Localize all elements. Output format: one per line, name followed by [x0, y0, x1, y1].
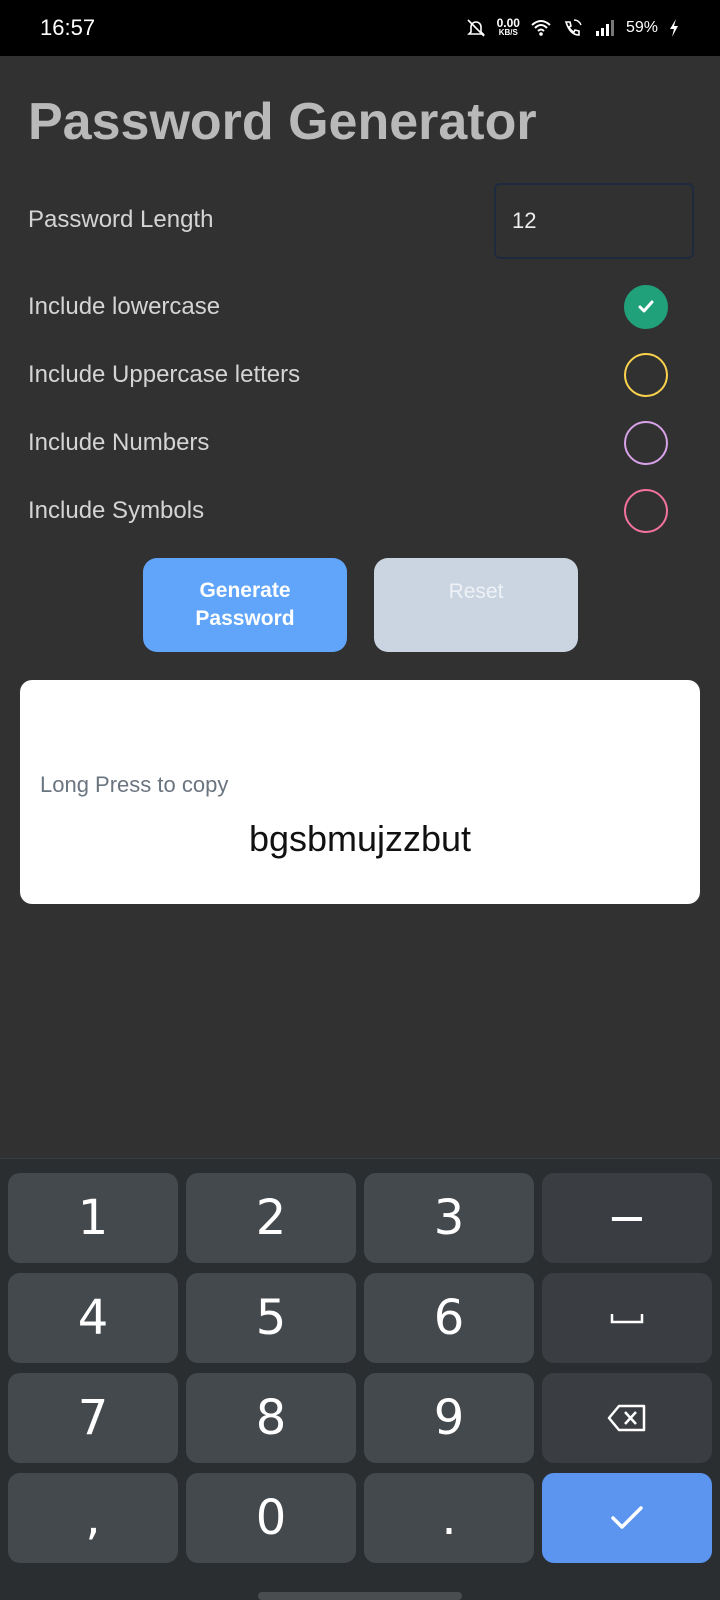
net-speed-unit: KB/S	[498, 28, 518, 37]
signal-icon	[594, 17, 616, 39]
option-symbols-label: Include Symbols	[28, 497, 205, 524]
net-speed: 0.00 KB/S	[496, 16, 520, 38]
key-space[interactable]	[542, 1273, 712, 1363]
checkmark-icon	[611, 1506, 643, 1529]
key-6[interactable]: 6	[364, 1273, 534, 1363]
charging-icon	[668, 17, 680, 39]
backspace-icon	[607, 1404, 646, 1432]
option-symbols[interactable]: Include Symbols	[28, 481, 668, 541]
generate-password-label: Generate Password	[195, 579, 295, 630]
key-period[interactable]: .	[364, 1473, 534, 1563]
option-uppercase[interactable]: Include Uppercase letters	[28, 345, 668, 405]
numeric-keyboard: 1 2 3 − 4 5 6 7 8 9 , 0 .	[0, 1158, 720, 1600]
key-2[interactable]: 2	[186, 1173, 356, 1263]
key-5[interactable]: 5	[186, 1273, 356, 1363]
symbols-checkbox[interactable]	[624, 489, 668, 533]
key-3[interactable]: 3	[364, 1173, 534, 1263]
option-lowercase-label: Include lowercase	[28, 293, 221, 320]
mute-bell-icon	[465, 17, 487, 39]
lowercase-checkbox[interactable]	[624, 285, 668, 329]
copy-hint: Long Press to copy	[40, 772, 229, 797]
status-bar: 16:57 0.00 KB/S 59%	[0, 0, 720, 56]
option-numbers[interactable]: Include Numbers	[28, 413, 668, 473]
page-title: Password Generator	[28, 93, 537, 151]
password-length-label: Password Length	[28, 206, 214, 233]
status-icons: 0.00 KB/S 59%	[465, 17, 680, 39]
key-8[interactable]: 8	[186, 1373, 356, 1463]
reset-label: Reset	[448, 580, 504, 603]
uppercase-checkbox[interactable]	[624, 353, 668, 397]
key-9[interactable]: 9	[364, 1373, 534, 1463]
space-icon	[610, 1314, 644, 1324]
key-4[interactable]: 4	[8, 1273, 178, 1363]
option-numbers-label: Include Numbers	[28, 429, 210, 456]
home-indicator[interactable]	[258, 1592, 462, 1600]
wifi-icon	[530, 17, 552, 39]
net-speed-value: 0.00	[496, 16, 520, 30]
password-length-input[interactable]: 12	[494, 183, 694, 259]
key-comma[interactable]: ,	[8, 1473, 178, 1563]
reset-button[interactable]: Reset	[374, 558, 578, 652]
option-uppercase-label: Include Uppercase letters	[28, 361, 301, 388]
checkmark-icon	[638, 300, 654, 313]
key-7[interactable]: 7	[8, 1373, 178, 1463]
password-result-card[interactable]: Long Press to copy bgsbmujzzbut	[20, 680, 700, 904]
key-0[interactable]: 0	[186, 1473, 356, 1563]
key-backspace[interactable]	[542, 1373, 712, 1463]
option-lowercase[interactable]: Include lowercase	[28, 277, 668, 337]
generate-password-button[interactable]: Generate Password	[143, 558, 347, 652]
key-1[interactable]: 1	[8, 1173, 178, 1263]
generated-password[interactable]: bgsbmujzzbut	[20, 818, 700, 860]
key-minus[interactable]: −	[542, 1173, 712, 1263]
wifi-call-icon	[562, 17, 584, 39]
battery-level: 59%	[625, 19, 658, 36]
status-time: 16:57	[40, 15, 96, 40]
key-enter[interactable]	[542, 1473, 712, 1563]
numbers-checkbox[interactable]	[624, 421, 668, 465]
